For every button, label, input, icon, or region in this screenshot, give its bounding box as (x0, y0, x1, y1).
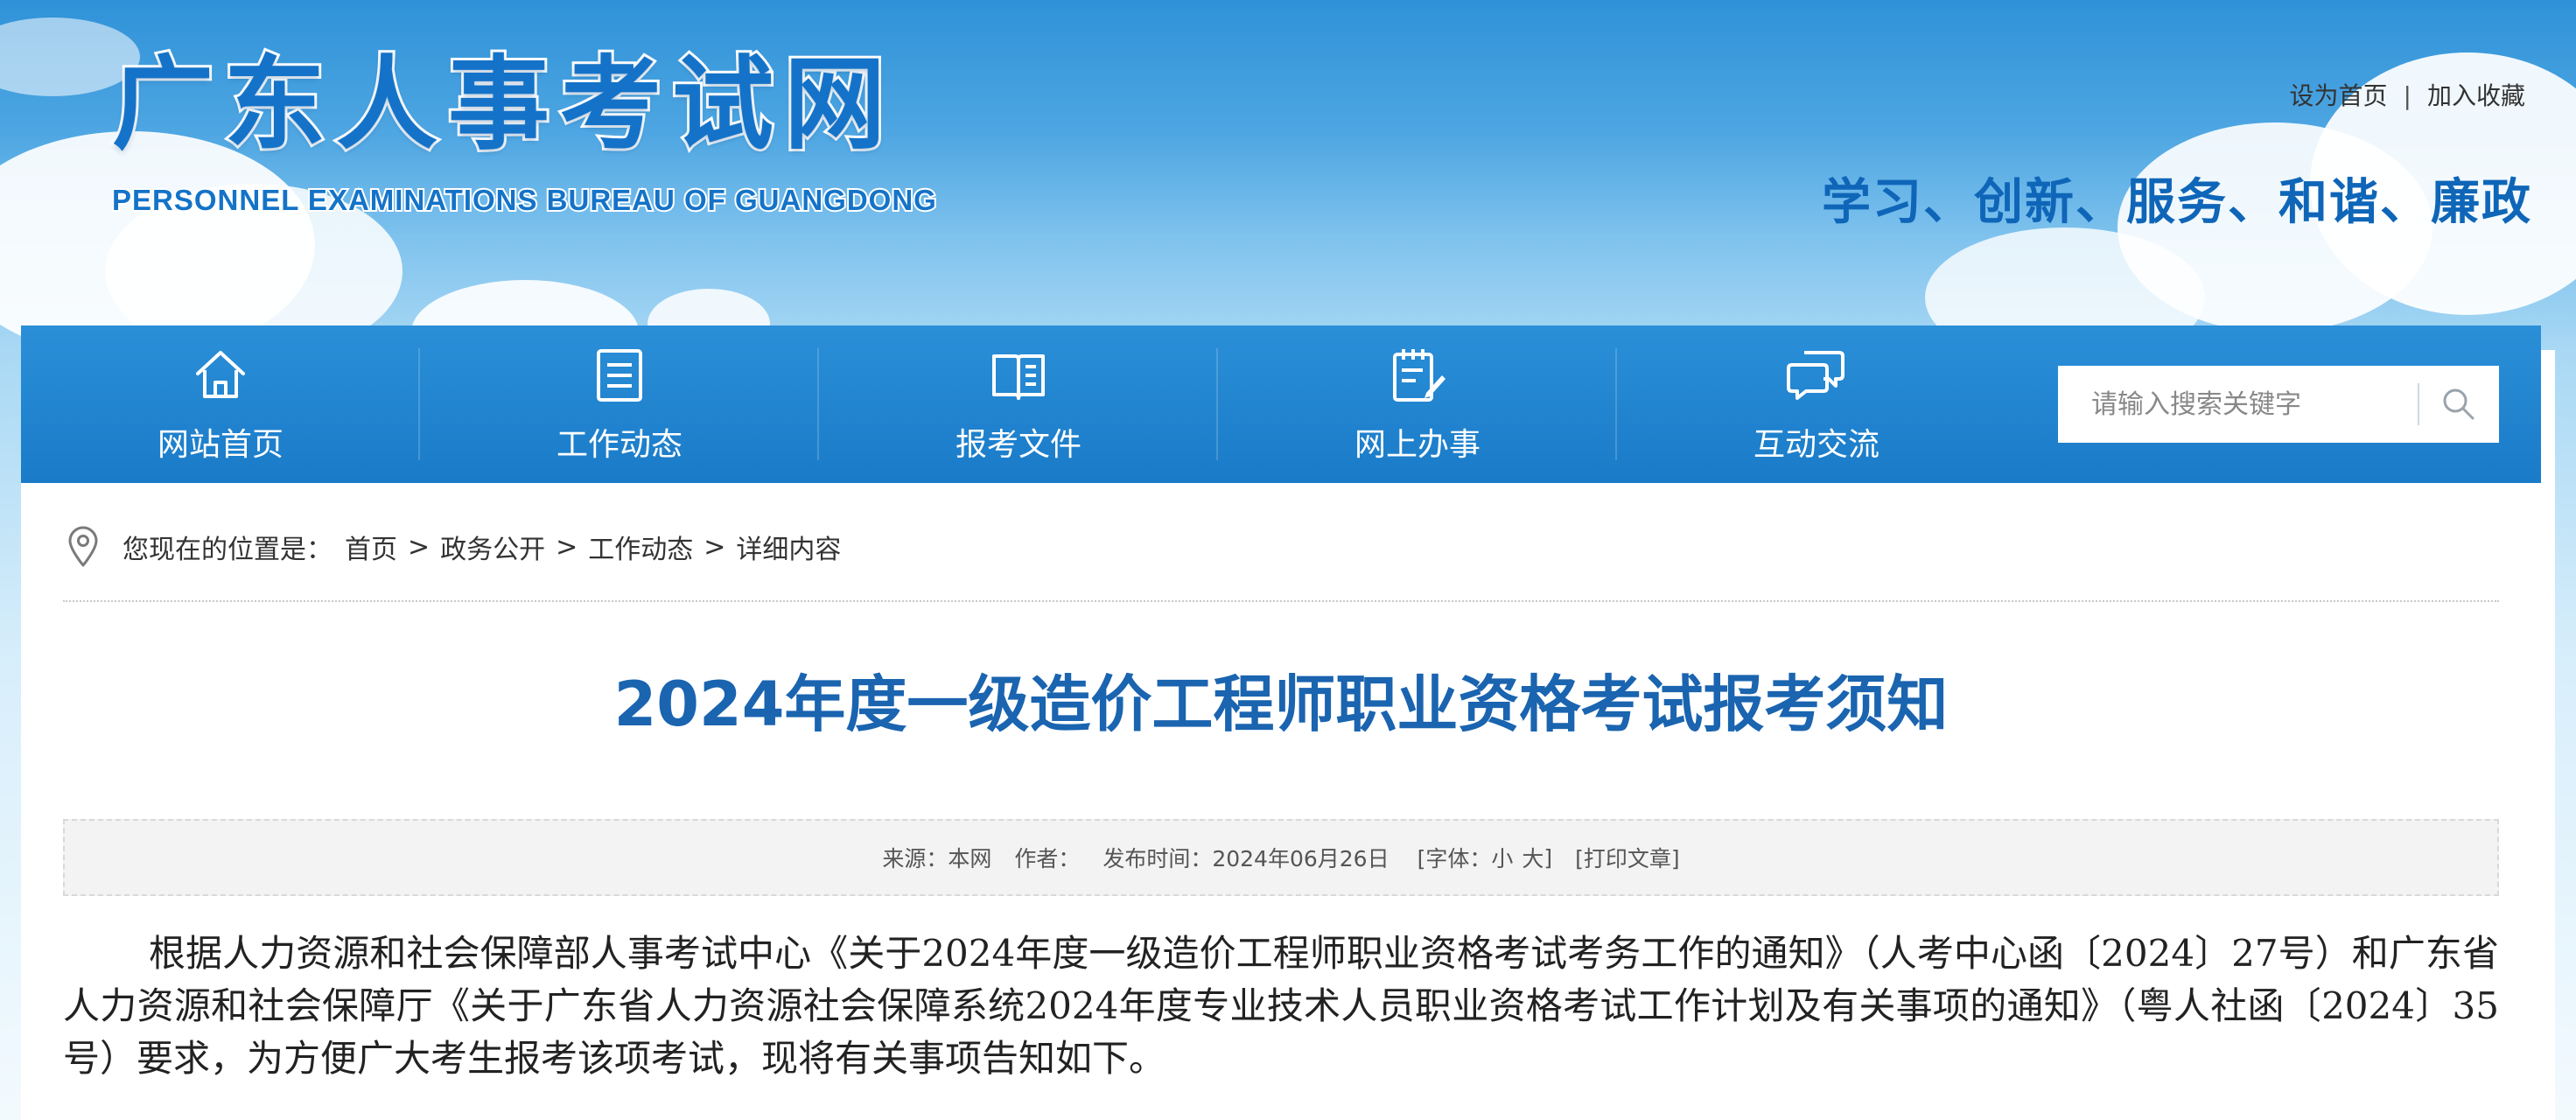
add-favorite-link[interactable]: 加入收藏 (2427, 81, 2525, 110)
article-meta: 来源：本网 作者： 发布时间：2024年06月26日 [字体： 小 大 ] [打… (63, 819, 2499, 896)
set-homepage-link[interactable]: 设为首页 (2290, 81, 2388, 110)
site-slogan: 学习、创新、服务、和谐、廉政 (1822, 174, 2532, 231)
divider (63, 600, 2499, 602)
nav-label: 网上办事 (1354, 427, 1480, 463)
document-list-icon (597, 349, 642, 402)
nav-label: 互动交流 (1753, 427, 1880, 463)
nav-item-work-news[interactable]: 工作动态 (420, 326, 819, 483)
breadcrumb-current: 详细内容 (736, 535, 842, 565)
edit-form-icon (1393, 349, 1446, 402)
breadcrumb-separator: > (556, 531, 578, 563)
home-icon (196, 351, 245, 398)
breadcrumb-prefix: 您现在的位置是： (122, 535, 332, 565)
breadcrumb-separator: > (408, 531, 430, 563)
nav-label: 报考文件 (955, 427, 1082, 463)
breadcrumb-public-affairs[interactable]: 政务公开 (440, 528, 545, 566)
location-pin-icon (68, 526, 98, 567)
nav-item-home[interactable]: 网站首页 (21, 326, 420, 483)
site-logo-subtitle: PERSONNEL EXAMINATIONS BUREAU OF GUANGDO… (110, 184, 938, 216)
top-links: 设为首页 | 加入收藏 (2290, 77, 2525, 112)
meta-font-prefix: [字体： (1417, 846, 1492, 872)
breadcrumb-work-news[interactable]: 工作动态 (588, 528, 693, 566)
breadcrumb-home[interactable]: 首页 (345, 528, 397, 566)
font-large-button[interactable]: 大 (1522, 842, 1544, 873)
open-book-icon (992, 354, 1045, 400)
search-input[interactable] (2091, 378, 2418, 430)
nav-label: 工作动态 (556, 427, 682, 463)
meta-author: 作者： (1014, 846, 1081, 872)
article-paragraph: 根据人力资源和社会保障部人事考试中心《关于2024年度一级造价工程师职业资格考试… (63, 932, 2499, 1080)
side-background (0, 350, 21, 1120)
nav-label: 网站首页 (157, 427, 284, 463)
nav-item-exam-documents[interactable]: 报考文件 (819, 326, 1218, 483)
font-small-button[interactable]: 小 (1491, 842, 1513, 873)
nav-item-online-services[interactable]: 网上办事 (1218, 326, 1617, 483)
meta-source: 来源：本网 (882, 846, 992, 872)
breadcrumb: 您现在的位置是： 首页 > 政务公开 > 工作动态 > 详细内容 (65, 522, 841, 572)
top-link-separator: | (2403, 81, 2412, 110)
meta-date: 发布时间：2024年06月26日 (1102, 846, 1390, 872)
meta-font-suffix: ] (1544, 844, 1553, 871)
search-button[interactable] (2419, 366, 2499, 443)
site-logo-title[interactable]: 广东人事考试网 (109, 52, 896, 158)
nav-item-interaction[interactable]: 互动交流 (1617, 326, 2016, 483)
header-banner: 广东人事考试网 PERSONNEL EXAMINATIONS BUREAU OF… (0, 0, 2576, 350)
chat-bubbles-icon (1787, 351, 1844, 400)
search-icon (2443, 388, 2474, 420)
print-article-button[interactable]: [打印文章] (1575, 842, 1680, 873)
side-background (2555, 350, 2576, 1120)
main-nav: 网站首页 工作动态 报考文件 网上办事 互动交流 请输入搜索关键字 (21, 326, 2541, 483)
search-box (2058, 366, 2499, 443)
breadcrumb-separator: > (704, 531, 726, 563)
article-title: 2024年度一级造价工程师职业资格考试报考须知 (613, 668, 1949, 740)
